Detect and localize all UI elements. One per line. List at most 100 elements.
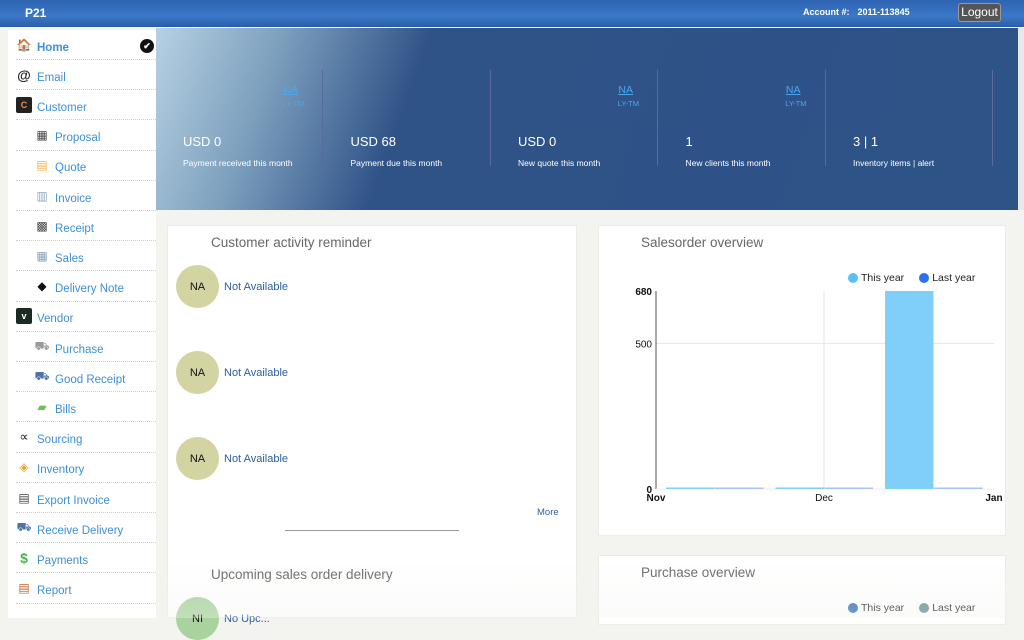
box-icon: ◆	[37, 279, 47, 294]
sidebar-item-label: Purchase	[55, 343, 104, 356]
stat-compare-label: LY-TM	[785, 99, 807, 108]
sidebar-item-proposal[interactable]: ▦ Proposal	[16, 121, 156, 151]
sidebar-item-inventory[interactable]: ◈ Inventory	[16, 453, 156, 483]
account-label: Account #:	[803, 7, 850, 17]
sidebar-item-label: Bills	[55, 403, 77, 416]
avatar: NA	[176, 351, 219, 394]
sidebar-item-purchase[interactable]: ⛟ Purchase	[16, 332, 156, 362]
customer-activity-title: Customer activity reminder	[211, 235, 372, 250]
sidebar-item-label: Email	[37, 71, 66, 84]
upcoming-delivery-title: Upcoming sales order delivery	[211, 567, 393, 582]
x-tick-label: Dec	[815, 493, 833, 504]
reminder-item[interactable]: NA Not Available	[176, 437, 288, 480]
sidebar-item-home[interactable]: 🏠 Home ✔	[16, 30, 156, 60]
sidebar-item-report[interactable]: ▤ Report	[16, 574, 156, 604]
salesorder-title: Salesorder overview	[641, 235, 764, 250]
stat-tile: NA LY-TM USD 0 New quote this month	[491, 70, 658, 168]
sidebar-item-sales[interactable]: ▦ Sales	[16, 241, 156, 272]
salesorder-chart: 0500680Nov Dec Jan	[635, 287, 1002, 504]
sidebar-item-label: Customer	[37, 101, 87, 114]
more-link[interactable]: More	[537, 507, 559, 518]
reminder-item[interactable]: NA Not Available	[176, 265, 288, 308]
stats-banner: NA LY-TM USD 0 Payment received this month U…	[156, 28, 1018, 210]
bar-this-year-nov	[666, 487, 715, 489]
avatar: NI	[176, 597, 219, 640]
top-bar: P21 Account #: 2011-113845 Logout	[0, 0, 1024, 27]
invoice-icon: ▥	[36, 188, 48, 203]
at-icon: @	[17, 66, 31, 83]
stat-caption: Payment due this month	[350, 158, 443, 168]
truck-icon: ⛟	[34, 368, 50, 383]
account-info: Account #: 2011-113845	[803, 7, 910, 17]
sidebar-item-bills[interactable]: ▰ Bills	[16, 392, 156, 423]
proposal-icon: ▦	[36, 128, 48, 143]
bar-last-year-jan	[934, 487, 983, 489]
sidebar-item-customer[interactable]: C Customer	[16, 90, 156, 121]
stat-value: 3 | 1	[853, 134, 879, 149]
stat-compare-link[interactable]: NA	[786, 84, 801, 96]
sidebar-item-label: Sales	[55, 252, 84, 265]
sidebar-item-receipt[interactable]: ▩ Receipt	[16, 211, 156, 242]
sidebar-item-label: Inventory	[37, 464, 85, 477]
sidebar-item-delivery-note[interactable]: ◆ Delivery Note	[16, 272, 156, 302]
y-tick-label: 500	[635, 339, 652, 350]
money-icon: ▰	[37, 399, 47, 414]
export-invoice-icon: ▤	[18, 490, 30, 505]
sidebar-item-sourcing[interactable]: ∝ Sourcing	[16, 423, 156, 453]
customer-icon: C	[16, 96, 32, 113]
home-icon: 🏠	[16, 37, 32, 52]
scrollbar-track[interactable]	[1018, 28, 1024, 210]
sidebar-item-label: Receive Delivery	[37, 524, 124, 537]
stat-compare-link[interactable]: NA	[618, 84, 633, 96]
sidebar-item-label: Quote	[55, 162, 87, 175]
stat-tile: USD 68 Payment due this month	[324, 70, 491, 168]
logout-button[interactable]: Logout	[958, 3, 1001, 22]
sidebar-item-good-receipt[interactable]: ⛟ Good Receipt	[16, 362, 156, 393]
share-icon: ∝	[19, 429, 29, 445]
sidebar-item-receive-delivery[interactable]: ⛟ Receive Delivery	[16, 513, 156, 544]
avatar: NA	[176, 437, 219, 480]
brand-logo[interactable]: P21	[25, 6, 46, 20]
legend-this-year[interactable]: This year	[848, 602, 904, 614]
reminder-text[interactable]: Not Available	[224, 281, 288, 293]
dollar-icon: $	[20, 549, 28, 566]
stat-value: USD 0	[518, 134, 557, 149]
stat-tile: NA LY-TM 1 New clients this month	[659, 70, 826, 168]
stat-caption: New quote this month	[518, 158, 601, 168]
sidebar-item-vendor[interactable]: v Vendor	[16, 302, 156, 332]
legend-dot	[919, 603, 930, 613]
receipt-icon: ▩	[36, 218, 48, 233]
bar-last-year-nov	[715, 487, 764, 489]
legend-dot	[848, 603, 858, 613]
checkmark-icon: ✔	[140, 39, 154, 53]
x-tick-label: Jan	[985, 493, 1002, 504]
sidebar-item-quote[interactable]: ▤ Quote	[16, 151, 156, 181]
y-tick-label: 680	[635, 287, 652, 298]
sidebar-item-invoice[interactable]: ▥ Invoice	[16, 181, 156, 211]
sidebar-item-export-invoice[interactable]: ▤ Export Invoice	[16, 483, 156, 513]
bar-this-year-dec	[775, 487, 824, 489]
stat-caption: New clients this month	[685, 158, 771, 168]
delivery-item[interactable]: NI No Upc...	[176, 597, 270, 640]
legend-last-year[interactable]: Last year	[919, 602, 975, 614]
sidebar-item-email[interactable]: @ Email	[16, 60, 156, 91]
package-icon: ◈	[19, 460, 29, 475]
stat-caption: Inventory items | alert	[853, 158, 935, 168]
reminder-item[interactable]: NA Not Available	[176, 351, 288, 394]
delivery-text[interactable]: No Upc...	[224, 613, 270, 625]
stat-compare-label: LY-TM	[282, 99, 304, 108]
stat-compare-link[interactable]: NA	[283, 84, 298, 96]
sidebar-item-label: Receipt	[55, 222, 94, 235]
stat-value: USD 68	[350, 134, 397, 149]
sidebar-item-label: Report	[37, 585, 72, 598]
purchase-legend: This year Last year	[848, 602, 990, 614]
bar-last-year-dec	[824, 487, 873, 489]
sidebar-item-payments[interactable]: $ Payments	[16, 543, 156, 574]
sidebar-item-label: Vendor	[37, 313, 74, 326]
cart-icon: ⛟	[34, 338, 50, 353]
reminder-text[interactable]: Not Available	[224, 367, 288, 379]
legend-label: Last year	[932, 602, 976, 614]
avatar: NA	[176, 265, 219, 308]
stat-caption: Payment received this month	[183, 158, 293, 168]
reminder-text[interactable]: Not Available	[224, 453, 288, 465]
